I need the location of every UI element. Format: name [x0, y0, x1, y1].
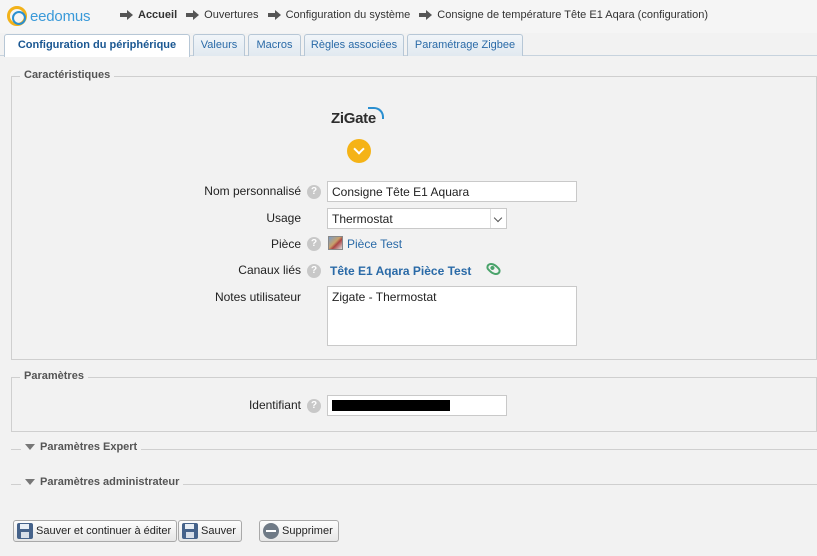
usage-select[interactable]: Thermostat	[327, 208, 507, 229]
admin-section[interactable]: Paramètres administrateur	[11, 476, 817, 488]
admin-section-toggle[interactable]: Paramètres administrateur	[21, 476, 184, 488]
delete-button[interactable]: Supprimer	[259, 520, 339, 542]
tab-zigbee[interactable]: Paramétrage Zigbee	[407, 34, 523, 56]
piece-label: Pièce	[270, 237, 301, 251]
zigate-logo: ZiGate	[331, 107, 384, 127]
minus-circle-icon	[263, 523, 279, 539]
expert-section-toggle[interactable]: Paramètres Expert	[21, 441, 142, 453]
parametres-legend: Paramètres	[20, 370, 88, 382]
usage-select-value: Thermostat	[332, 212, 393, 226]
breadcrumb-arrow-icon	[186, 10, 200, 20]
expert-section-label: Paramètres Expert	[40, 441, 138, 453]
breadcrumb: Accueil Ouvertures Configuration du syst…	[120, 9, 717, 21]
eedomus-logo-text: eedomus	[30, 7, 91, 25]
save-button[interactable]: Sauver	[178, 520, 242, 542]
eedomus-logo-icon	[7, 6, 27, 26]
help-icon[interactable]: ?	[307, 264, 321, 278]
room-icon	[328, 236, 343, 250]
notes-label: Notes utilisateur	[214, 290, 301, 304]
tab-valeurs[interactable]: Valeurs	[193, 34, 245, 56]
help-icon[interactable]: ?	[307, 237, 321, 251]
piece-link[interactable]: Pièce Test	[347, 237, 402, 251]
triangle-down-icon	[25, 444, 35, 450]
expand-chevron-icon[interactable]	[347, 139, 371, 163]
redacted-block	[332, 400, 450, 411]
save-label: Sauver	[201, 525, 236, 537]
eedomus-logo[interactable]: eedomus	[7, 6, 91, 26]
tab-macros[interactable]: Macros	[248, 34, 301, 56]
breadcrumb-current: Consigne de température Tête E1 Aqara (c…	[437, 9, 708, 21]
canaux-label: Canaux liés	[238, 263, 301, 277]
save-continue-button[interactable]: Sauver et continuer à éditer	[13, 520, 178, 542]
admin-section-label: Paramètres administrateur	[40, 476, 180, 488]
notes-textarea[interactable]: Zigate - Thermostat	[327, 286, 577, 346]
floppy-disk-icon	[182, 523, 198, 539]
breadcrumb-arrow-icon	[419, 10, 433, 20]
floppy-disk-icon	[17, 523, 33, 539]
tab-configuration[interactable]: Configuration du périphérique	[4, 34, 190, 57]
breadcrumb-accueil[interactable]: Accueil	[138, 9, 177, 21]
tab-bar: Configuration du périphérique Valeurs Ma…	[0, 33, 817, 57]
expert-section[interactable]: Paramètres Expert	[11, 441, 817, 453]
triangle-down-icon	[25, 479, 35, 485]
caracteristiques-legend: Caractéristiques	[20, 69, 115, 81]
delete-label: Supprimer	[282, 525, 333, 537]
tab-regles[interactable]: Règles associées	[304, 34, 404, 56]
chevron-down-icon	[490, 209, 506, 228]
top-header: eedomus Accueil Ouvertures Configuration…	[0, 0, 817, 33]
nom-input[interactable]: Consigne Tête E1 Aquara	[327, 181, 577, 202]
breadcrumb-configuration[interactable]: Configuration du système	[286, 9, 411, 21]
help-icon[interactable]: ?	[307, 399, 321, 413]
breadcrumb-arrow-icon	[120, 10, 134, 20]
identifiant-label: Identifiant	[248, 398, 301, 412]
help-icon[interactable]: ?	[307, 185, 321, 199]
save-continue-label: Sauver et continuer à éditer	[36, 525, 172, 537]
nom-label: Nom personnalisé	[204, 184, 301, 198]
usage-label: Usage	[266, 211, 301, 225]
breadcrumb-ouvertures[interactable]: Ouvertures	[204, 9, 258, 21]
breadcrumb-arrow-icon	[267, 10, 282, 20]
canaux-link[interactable]: Tête E1 Aqara Pièce Test	[330, 264, 471, 278]
